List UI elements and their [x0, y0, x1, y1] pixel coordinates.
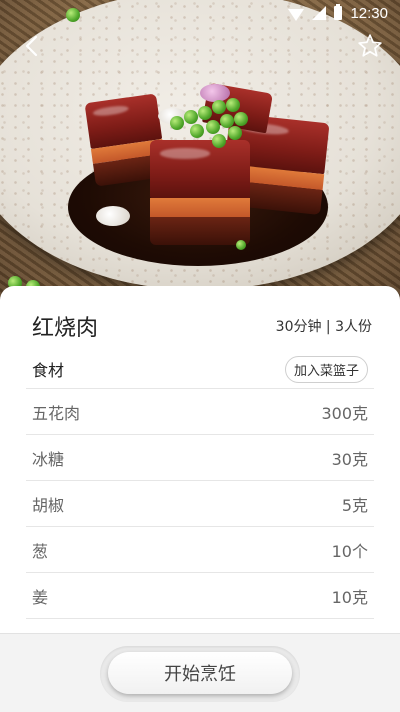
ingredient-name: 五花肉 — [32, 403, 81, 423]
pea — [226, 98, 240, 112]
ingredient-row: 冰糖 30克 — [26, 435, 374, 481]
ingredient-name: 葱 — [32, 541, 49, 561]
star-outline-icon — [358, 34, 382, 57]
recipe-header: 红烧肉 30分钟 | 3人份 — [32, 310, 372, 342]
battery-icon — [334, 4, 343, 20]
recipe-title: 红烧肉 — [32, 316, 99, 341]
pea — [206, 120, 220, 134]
signal-icon — [312, 6, 327, 20]
flower-garnish — [200, 84, 230, 102]
ingredient-row: 五花肉 300克 — [26, 389, 374, 435]
ingredient-row: 姜 10克 — [26, 573, 374, 619]
pea — [184, 110, 198, 124]
ingredients-label: 食材 — [32, 361, 65, 380]
ingredient-name: 姜 — [32, 587, 49, 607]
pork-piece — [150, 140, 250, 245]
recipe-card: 红烧肉 30分钟 | 3人份 食材 加入菜篮子 五花肉 300克 冰糖 30克 … — [0, 286, 400, 633]
start-button-container: 开始烹饪 — [100, 646, 300, 702]
status-time: 12:30 — [350, 4, 388, 22]
ingredient-list: 五花肉 300克 冰糖 30克 胡椒 5克 葱 10个 姜 10克 — [26, 388, 374, 619]
dish-photo — [0, 0, 400, 300]
pea — [234, 112, 248, 126]
ingredient-name: 胡椒 — [32, 495, 65, 515]
favorite-button[interactable] — [354, 30, 386, 62]
pea — [190, 124, 204, 138]
add-to-basket-button[interactable]: 加入菜篮子 — [284, 355, 368, 383]
ingredient-amount: 300克 — [321, 403, 368, 423]
ingredient-amount: 10个 — [331, 541, 368, 561]
pea — [212, 134, 226, 148]
ingredient-row: 葱 10个 — [26, 527, 374, 573]
ingredients-header: 食材 加入菜篮子 — [32, 354, 368, 384]
start-cooking-button[interactable]: 开始烹饪 — [108, 652, 292, 694]
pea — [170, 116, 184, 130]
bottom-bar: 开始烹饪 — [0, 633, 400, 712]
chevron-left-icon — [25, 35, 38, 57]
pea — [212, 100, 226, 114]
status-bar: 12:30 — [0, 0, 400, 26]
wifi-icon — [288, 9, 305, 21]
ingredient-name: 冰糖 — [32, 449, 65, 469]
pea — [228, 126, 242, 140]
pea — [198, 106, 212, 120]
ingredient-amount: 10克 — [331, 587, 368, 607]
ingredient-amount: 5克 — [341, 495, 368, 515]
recipe-meta: 30分钟 | 3人份 — [275, 319, 372, 335]
shallot-garnish — [96, 206, 130, 226]
pea — [236, 240, 246, 250]
ingredient-row: 胡椒 5克 — [26, 481, 374, 527]
ingredient-amount: 30克 — [331, 449, 368, 469]
back-button[interactable] — [16, 30, 48, 62]
